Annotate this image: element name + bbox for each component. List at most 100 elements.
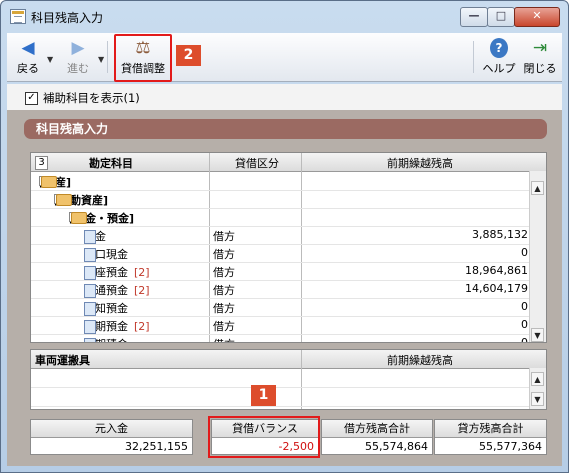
- callout-badge-2: 2: [176, 45, 201, 66]
- scroll-up-icon[interactable]: ▲: [531, 181, 544, 195]
- show-sub-accounts-label[interactable]: 補助科目を表示(1): [43, 90, 140, 106]
- callout-badge-1: 1: [251, 385, 276, 406]
- minimize-button[interactable]: —: [460, 7, 488, 27]
- table-row[interactable]: 当座預金 [2] 借方 18,964,861: [31, 262, 531, 281]
- debit-label: 借方残高合計: [322, 420, 432, 438]
- toolbar-separator: [107, 41, 108, 73]
- account-icon: [84, 302, 96, 316]
- sub-grid-scrollbar[interactable]: ▲ ▼: [529, 368, 546, 409]
- table-row[interactable]: [31, 388, 531, 407]
- account-icon: [84, 230, 96, 244]
- maximize-button[interactable]: □: [487, 7, 515, 27]
- capital-value: 32,251,155: [125, 440, 188, 453]
- balance-adjust-button[interactable]: ⚖ 貸借調整: [114, 34, 172, 82]
- column-header-account[interactable]: 勘定科目: [89, 155, 133, 171]
- close-window-button[interactable]: ✕: [514, 7, 560, 27]
- balance-cell[interactable]: 14,604,179: [465, 282, 528, 295]
- sub-account-count: [2]: [134, 266, 150, 279]
- title-bar: 科目残高入力 — □ ✕: [1, 1, 568, 31]
- balance-scale-icon: ⚖: [135, 38, 151, 58]
- table-row[interactable]: −[現金・預金]: [31, 208, 531, 227]
- debit-total: 借方残高合計 55,574,864: [321, 419, 433, 455]
- level-3-button[interactable]: 3: [35, 156, 48, 170]
- help-button[interactable]: ? ヘルプ: [479, 36, 519, 78]
- forward-dropdown-icon[interactable]: ▼: [98, 55, 104, 64]
- table-row[interactable]: −[流動資産]: [31, 190, 531, 209]
- account-cell: 小口現金: [84, 246, 128, 262]
- back-button[interactable]: ◀ 戻る: [11, 36, 45, 78]
- sub-grid-balance-header: 前期繰越残高: [387, 354, 453, 367]
- side-cell: 借方: [213, 266, 235, 279]
- balance-adjust-label: 貸借調整: [121, 62, 165, 75]
- table-row[interactable]: 通知預金 借方 0: [31, 298, 531, 317]
- account-cell: −[現金・預金]: [69, 210, 134, 226]
- account-cell: 現金: [84, 228, 106, 244]
- sub-grid-account-header: 車両運搬具: [35, 354, 90, 367]
- account-cell: −[流動資産]: [54, 192, 108, 208]
- help-label: ヘルプ: [482, 62, 516, 75]
- account-cell: −[資産]: [39, 174, 71, 190]
- table-row[interactable]: 小口現金 借方 0: [31, 244, 531, 263]
- section-header: 科目残高入力: [24, 119, 547, 139]
- table-row[interactable]: 現金 借方 3,885,132: [31, 226, 531, 245]
- credit-label: 貸方残高合計: [435, 420, 546, 438]
- toolbar-separator: [473, 41, 474, 73]
- folder-icon: [41, 176, 57, 188]
- scroll-down-icon[interactable]: ▼: [531, 328, 544, 342]
- account-icon: [84, 248, 96, 262]
- accounts-grid: 1 2 3 勘定科目 貸借区分 前期繰越残高 −[資産] −[流動資産] −[現金・…: [30, 152, 547, 343]
- help-icon: ?: [490, 38, 508, 58]
- close-label: 閉じる: [523, 62, 557, 75]
- debit-value: 55,574,864: [365, 440, 428, 453]
- balance-cell[interactable]: 0: [521, 300, 528, 313]
- balance-cell[interactable]: 0: [521, 318, 528, 331]
- exit-door-icon: ⇥: [532, 38, 548, 58]
- sub-account-count: [2]: [134, 284, 150, 297]
- table-row[interactable]: −[資産]: [31, 172, 531, 191]
- column-header-side[interactable]: 貸借区分: [235, 155, 279, 171]
- capital-label: 元入金: [31, 420, 192, 438]
- back-label: 戻る: [17, 62, 39, 75]
- options-bar: ✓ 補助科目を表示(1): [7, 84, 562, 110]
- window: 科目残高入力 — □ ✕ ◀ 戻る ▼ ▶ 進む ▼ ⚖ 貸借調整 ? ヘルプ …: [0, 0, 569, 473]
- capital-total: 元入金 32,251,155: [30, 419, 193, 455]
- forward-label: 進む: [67, 62, 89, 75]
- folder-icon: [71, 212, 87, 224]
- account-icon: [84, 266, 96, 280]
- vertical-scrollbar[interactable]: ▲ ▼: [529, 171, 546, 342]
- side-cell: 借方: [213, 284, 235, 297]
- balance-cell[interactable]: 18,964,861: [465, 264, 528, 277]
- account-icon: [84, 320, 96, 334]
- account-cell: 通知預金: [84, 300, 128, 316]
- back-arrow-icon: ◀: [21, 38, 35, 58]
- side-cell: 借方: [213, 248, 235, 261]
- back-dropdown-icon[interactable]: ▼: [47, 55, 53, 64]
- sub-grid-header: 車両運搬具 前期繰越残高: [31, 350, 546, 369]
- show-sub-accounts-checkbox[interactable]: ✓: [25, 92, 38, 105]
- balance-cell[interactable]: 3,885,132: [472, 228, 528, 241]
- scroll-down-icon[interactable]: ▼: [531, 392, 544, 406]
- forward-arrow-icon: ▶: [71, 38, 85, 58]
- forward-button[interactable]: ▶ 進む: [59, 36, 97, 78]
- account-icon: [84, 338, 96, 342]
- column-header-balance[interactable]: 前期繰越残高: [387, 155, 453, 171]
- scroll-up-icon[interactable]: ▲: [531, 372, 544, 386]
- table-row[interactable]: 普通預金 [2] 借方 14,604,179: [31, 280, 531, 299]
- balance-highlight-box: [208, 416, 320, 458]
- table-row[interactable]: 定期預金 [2] 借方 0: [31, 316, 531, 335]
- balance-cell[interactable]: 0: [521, 246, 528, 259]
- side-cell: 借方: [213, 336, 235, 342]
- window-title: 科目残高入力: [31, 11, 104, 25]
- credit-total: 貸方残高合計 55,577,364: [434, 419, 547, 455]
- account-icon: [84, 284, 96, 298]
- account-cell: 当座預金 [2]: [84, 264, 150, 280]
- balance-cell[interactable]: 0: [521, 336, 528, 342]
- close-button[interactable]: ⇥ 閉じる: [521, 36, 559, 78]
- table-row[interactable]: [31, 369, 531, 388]
- table-row[interactable]: 定期積金 借方 0: [31, 334, 531, 342]
- folder-icon: [56, 194, 72, 206]
- side-cell: 借方: [213, 230, 235, 243]
- grid-header: 1 2 3 勘定科目 貸借区分 前期繰越残高: [31, 153, 546, 172]
- toolbar: ◀ 戻る ▼ ▶ 進む ▼ ⚖ 貸借調整 ? ヘルプ ⇥ 閉じる: [7, 33, 562, 82]
- side-cell: 借方: [213, 302, 235, 315]
